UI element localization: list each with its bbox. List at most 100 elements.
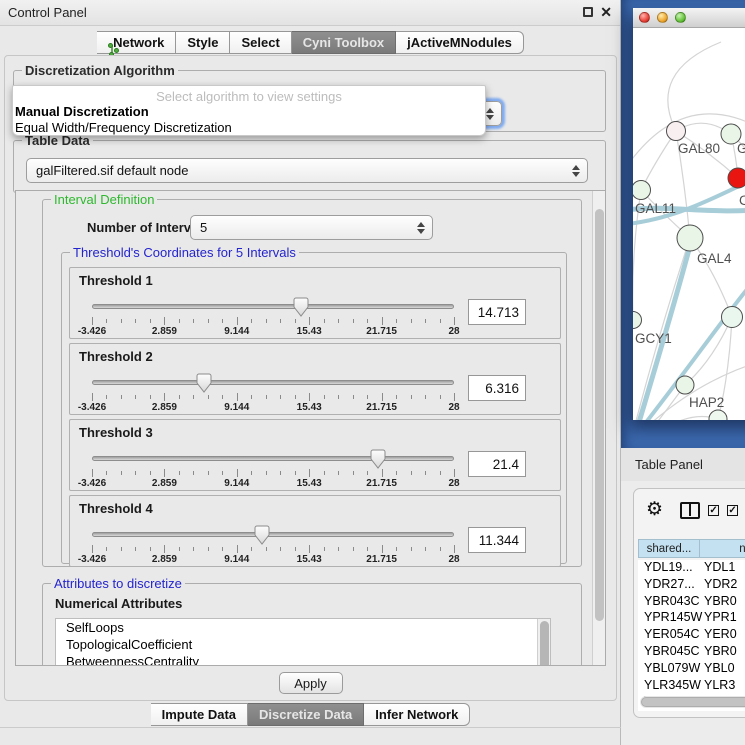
control-panel-titlebar: Control Panel ✕ — [0, 0, 620, 26]
table-row[interactable]: YPR145W YPR1 — [638, 610, 745, 627]
threshold-slider[interactable]: -3.4262.8599.14415.4321.71528 — [92, 447, 454, 489]
zoom-window-icon[interactable] — [675, 12, 686, 23]
bottom-tab[interactable]: Infer Network — [364, 703, 470, 726]
threshold-value-input[interactable] — [468, 299, 526, 325]
bottom-tab-label: Discretize Data — [259, 707, 352, 722]
threshold-value-input[interactable] — [468, 451, 526, 477]
slider-handle[interactable] — [370, 449, 386, 469]
threshold-value-input[interactable] — [468, 375, 526, 401]
column-header-name[interactable]: n — [700, 539, 745, 558]
table-row[interactable]: YDL19... YDL1 — [638, 560, 745, 577]
slider-track[interactable] — [92, 304, 454, 309]
slider-ticks — [92, 545, 454, 553]
table-panel-title: Table Panel — [635, 457, 703, 472]
slider-handle[interactable] — [293, 297, 309, 317]
checkbox-icon[interactable]: ✓ — [727, 505, 738, 516]
divider — [0, 727, 621, 728]
slider-ticks — [92, 317, 454, 325]
settings-scrollbar[interactable] — [592, 191, 605, 665]
node-gal80[interactable] — [667, 122, 686, 141]
top-tab[interactable]: Select — [230, 31, 291, 54]
top-tab[interactable]: Cyni Toolbox — [292, 31, 396, 54]
cell-name: YPR1 — [700, 610, 745, 627]
bottom-tab-label: Impute Data — [162, 707, 236, 722]
attr-list-scrollbar[interactable] — [537, 619, 550, 666]
bottom-tab[interactable]: Discretize Data — [248, 703, 364, 726]
threshold-label: Threshold 1 — [79, 273, 153, 288]
table-row[interactable]: YER054C YER0 — [638, 627, 745, 644]
attribute-item[interactable]: SelfLoops — [56, 619, 550, 636]
thresholds-group-title: Threshold's Coordinates for 5 Intervals — [70, 245, 299, 260]
threshold-box: Threshold 1 -3.4262.8599.14415.4321.7152… — [69, 267, 561, 339]
node-label: C — [739, 193, 745, 208]
cyni-toolbox-panel: Discretization Algorithm Table Data galF… — [4, 55, 617, 701]
attribute-item[interactable]: BetweennessCentrality — [56, 653, 550, 666]
algorithm-hint: Select algorithm to view settings — [13, 86, 485, 104]
slider-track[interactable] — [92, 456, 454, 461]
table-row[interactable]: YBR045C YBR0 — [638, 644, 745, 661]
threshold-slider[interactable]: -3.4262.8599.14415.4321.71528 — [92, 371, 454, 413]
table-row[interactable]: YLR345W YLR3 — [638, 678, 745, 695]
node-label: G. — [737, 141, 745, 156]
node-gal4[interactable] — [677, 225, 703, 251]
numerical-attributes-label: Numerical Attributes — [55, 596, 182, 611]
num-intervals-select[interactable]: 5 — [190, 215, 433, 240]
table-row[interactable]: YBL079W YBL0 — [638, 661, 745, 678]
node-partial-h[interactable] — [722, 307, 743, 328]
split-view-icon[interactable] — [680, 502, 700, 519]
node-selected-red[interactable] — [728, 168, 745, 188]
slider-ticks — [92, 469, 454, 477]
top-tab-bar: Network Style Select Cyni Toolbox jActiv… — [0, 31, 621, 54]
attributes-group: Attributes to discretize Numerical Attri… — [42, 583, 582, 666]
bottom-tab[interactable]: Impute Data — [151, 703, 248, 726]
close-panel-icon[interactable]: ✕ — [600, 5, 612, 19]
attribute-item[interactable]: TopologicalCoefficient — [56, 636, 550, 653]
close-window-icon[interactable] — [639, 12, 650, 23]
cell-name: YBL0 — [700, 661, 745, 678]
gear-icon[interactable]: ⚙ — [646, 500, 663, 520]
float-panel-icon[interactable] — [583, 7, 593, 17]
cell-shared-name: YER054C — [638, 627, 700, 644]
network-canvas[interactable]: GAL80 G. C GAL11 GAL4 GCY1 H HAP2 — [633, 28, 745, 420]
slider-handle[interactable] — [196, 373, 212, 393]
cell-shared-name: YPR145W — [638, 610, 700, 627]
bottom-tab-bar: Impute Data Discretize Data Infer Networ… — [0, 703, 621, 726]
algorithm-option[interactable]: Manual Discretization — [13, 104, 485, 120]
slider-track[interactable] — [92, 532, 454, 537]
table-row[interactable]: YBR043C YBR0 — [638, 594, 745, 611]
top-tab[interactable]: jActiveMNodules — [396, 31, 524, 54]
table-row[interactable]: YDR27... YDR2 — [638, 577, 745, 594]
table-data-select[interactable]: galFiltered.sif default node — [26, 158, 588, 183]
slider-tick-labels: -3.4262.8599.14415.4321.71528 — [92, 326, 454, 338]
network-nodes[interactable] — [633, 122, 745, 421]
threshold-slider[interactable]: -3.4262.8599.14415.4321.71528 — [92, 523, 454, 565]
slider-tick-labels: -3.4262.8599.14415.4321.71528 — [92, 478, 454, 490]
minimize-window-icon[interactable] — [657, 12, 668, 23]
node-hap2[interactable] — [676, 376, 694, 394]
node-gal11[interactable] — [633, 181, 651, 200]
node-gcy1[interactable] — [633, 312, 642, 329]
threshold-box: Threshold 4 -3.4262.8599.14415.4321.7152… — [69, 495, 561, 567]
apply-button[interactable]: Apply — [279, 672, 343, 694]
algorithm-option[interactable]: Equal Width/Frequency Discretization — [13, 120, 485, 136]
bottom-tab-label: Infer Network — [375, 707, 458, 722]
threshold-slider[interactable]: -3.4262.8599.14415.4321.71528 — [92, 295, 454, 337]
slider-handle[interactable] — [254, 525, 270, 545]
algorithm-group-title: Discretization Algorithm — [22, 63, 178, 78]
cell-name: YDL1 — [700, 560, 745, 577]
num-intervals-value: 5 — [200, 220, 413, 235]
attributes-group-title: Attributes to discretize — [51, 576, 185, 591]
table-horizontal-scrollbar[interactable] — [640, 696, 745, 708]
threshold-value-input[interactable] — [468, 527, 526, 553]
cell-name: YLR3 — [700, 678, 745, 695]
numerical-attributes-list: SelfLoopsTopologicalCoefficientBetweenne… — [55, 618, 551, 666]
network-window-titlebar[interactable] — [633, 8, 745, 28]
top-tab[interactable]: Style — [176, 31, 230, 54]
node-bottom[interactable] — [709, 410, 727, 420]
top-tab-label: Style — [187, 35, 218, 50]
slider-track[interactable] — [92, 380, 454, 385]
interval-definition-group: Interval Definition Number of Intervals … — [42, 199, 582, 567]
top-tab[interactable]: Network — [97, 31, 176, 54]
checkbox-icon[interactable]: ✓ — [708, 505, 719, 516]
column-header-shared-name[interactable]: shared... — [638, 539, 700, 558]
